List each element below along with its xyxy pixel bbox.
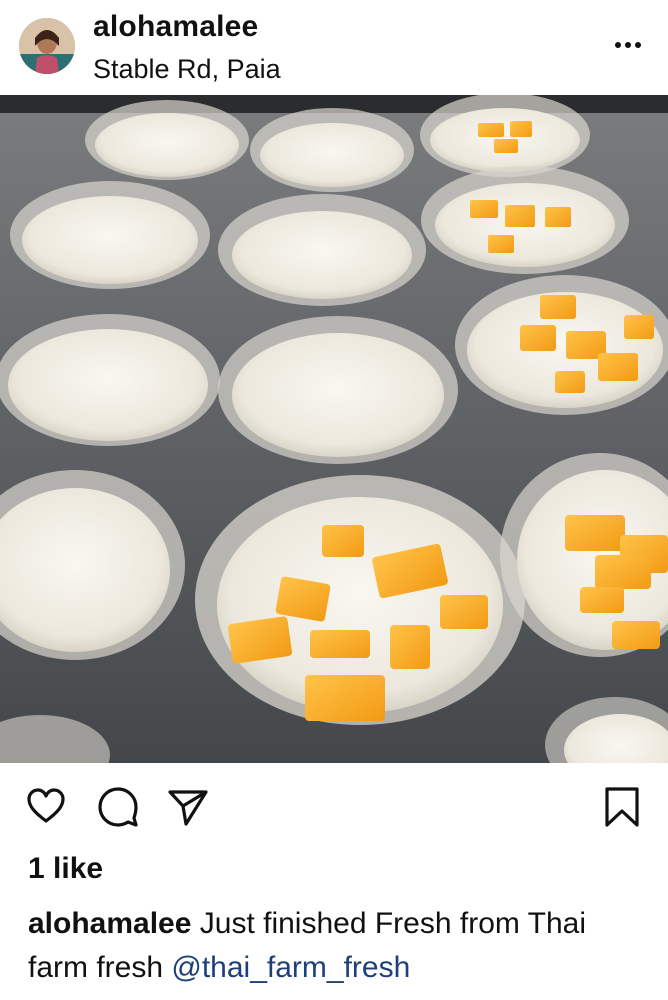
post-photo[interactable] [0, 95, 668, 763]
caption-username[interactable]: alohamalee [28, 907, 191, 940]
post-actions [0, 763, 668, 848]
instagram-post: alohamalee Stable Rd, Paia 1 like aloham… [0, 0, 668, 1000]
post-location[interactable]: Stable Rd, Paia [93, 54, 281, 85]
post-username[interactable]: alohamalee [93, 10, 258, 44]
send-icon[interactable] [166, 785, 210, 829]
likes-count[interactable]: 1 like [28, 852, 103, 886]
bookmark-icon[interactable] [600, 785, 644, 829]
comment-icon[interactable] [96, 785, 140, 829]
heart-icon[interactable] [24, 785, 68, 829]
more-horizontal-icon[interactable] [608, 30, 648, 60]
avatar[interactable] [19, 18, 75, 74]
post-header: alohamalee Stable Rd, Paia [0, 0, 668, 95]
caption-mention[interactable]: @thai_farm_fresh [171, 951, 410, 984]
post-caption: alohamalee Just finished Fresh from Thai… [28, 902, 648, 990]
